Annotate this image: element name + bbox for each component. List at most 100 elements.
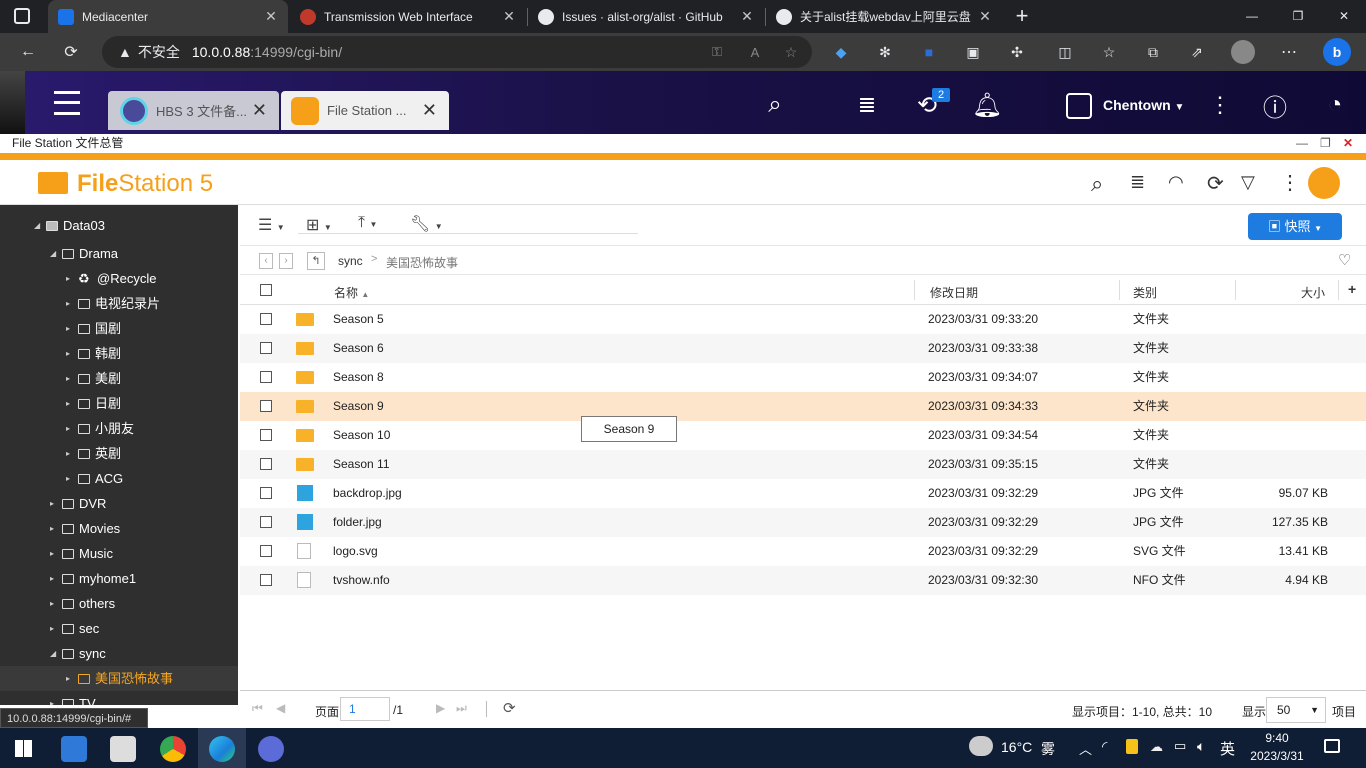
fox-app-icon[interactable]: [110, 736, 136, 762]
expand-arrow-icon[interactable]: ▸: [50, 491, 60, 516]
restore-app-icon[interactable]: ❐: [1320, 134, 1331, 153]
file-row[interactable]: Season 6 2023/03/31 09:33:38 文件夹: [240, 334, 1366, 363]
split-screen-icon[interactable]: ◫: [1050, 37, 1080, 67]
close-app-icon[interactable]: ✕: [1343, 134, 1353, 153]
tree-item[interactable]: ▸ others: [50, 591, 115, 616]
tree-item[interactable]: ▸ 日剧: [66, 391, 121, 416]
weather-icon[interactable]: [969, 736, 993, 756]
back-icon[interactable]: ←: [13, 37, 43, 67]
expand-arrow-icon[interactable]: ▸: [66, 291, 76, 316]
browser-tab-github-issues[interactable]: Issues · alist-org/alist · GitHub ✕: [528, 0, 764, 33]
tree-item[interactable]: ▸ 电视纪录片: [66, 291, 160, 316]
tree-item[interactable]: ▸ ♻ @Recycle: [66, 266, 156, 291]
tree-item[interactable]: ▸ DVR: [50, 491, 106, 516]
expand-arrow-icon[interactable]: ▸: [66, 391, 76, 416]
more-icon[interactable]: ⋮: [1280, 170, 1300, 195]
first-page-icon[interactable]: ⏮: [252, 701, 263, 716]
tab-actions-icon[interactable]: [14, 8, 30, 24]
clock-time[interactable]: 9:40: [1250, 731, 1304, 745]
per-page-select[interactable]: 50 ▼: [1266, 697, 1326, 723]
user-avatar-icon[interactable]: [1066, 93, 1092, 119]
column-size-header[interactable]: 大小: [1300, 284, 1325, 301]
extension-shield-icon[interactable]: ■: [914, 37, 944, 67]
close-app-tab-icon[interactable]: ✕: [252, 100, 267, 121]
tree-item[interactable]: ▸ 韩剧: [66, 341, 121, 366]
key-icon[interactable]: ⚿: [702, 37, 732, 67]
add-column-icon[interactable]: +: [1348, 281, 1356, 297]
expand-arrow-icon[interactable]: ▸: [66, 366, 76, 391]
favorite-heart-icon[interactable]: ♡: [1338, 251, 1351, 269]
read-aloud-icon[interactable]: A: [740, 37, 770, 67]
refresh-list-icon[interactable]: ⟳: [503, 699, 516, 717]
nav-forward-icon[interactable]: ›: [279, 253, 293, 269]
tree-item[interactable]: ▸ 美国恐怖故事: [0, 666, 238, 691]
file-row[interactable]: Season 8 2023/03/31 09:34:07 文件夹: [240, 363, 1366, 392]
security-shield-icon[interactable]: [1126, 739, 1138, 754]
row-checkbox[interactable]: [260, 429, 272, 441]
expand-arrow-icon[interactable]: ▸: [66, 416, 76, 441]
tree-item[interactable]: ▸ 小朋友: [66, 416, 134, 441]
browser-tab-mediacenter[interactable]: Mediacenter ✕: [48, 0, 288, 33]
app-tab-file-station[interactable]: File Station ... ✕: [281, 91, 449, 130]
column-date-header[interactable]: 修改日期: [930, 284, 978, 301]
tree-item[interactable]: ▸ Music: [50, 541, 113, 566]
add-favorite-icon[interactable]: ☆: [776, 37, 806, 67]
user-menu[interactable]: Chentown ▼: [1103, 97, 1184, 113]
app-tab-hbs3[interactable]: HBS 3 文件备... ✕: [108, 91, 279, 130]
tree-item[interactable]: ▸ 美剧: [66, 366, 121, 391]
more-menu-icon[interactable]: ⋯: [1274, 37, 1304, 67]
file-row[interactable]: folder.jpg 2023/03/31 09:32:29 JPG 文件 127.3…: [240, 508, 1366, 537]
expand-arrow-icon[interactable]: ▸: [66, 316, 76, 341]
input-language[interactable]: 英: [1220, 738, 1235, 759]
background-tasks-icon[interactable]: ≣: [1130, 172, 1145, 193]
dashboard-icon[interactable]: ◔: [1318, 85, 1352, 125]
breadcrumb-sync[interactable]: sync: [338, 254, 363, 268]
expand-arrow-icon[interactable]: ◢: [34, 213, 44, 238]
expand-arrow-icon[interactable]: ◢: [50, 641, 60, 666]
minimize-app-icon[interactable]: —: [1296, 134, 1308, 153]
bing-icon[interactable]: b: [1322, 37, 1352, 67]
search-icon[interactable]: ⌕: [758, 85, 792, 125]
next-page-icon[interactable]: ▶: [436, 701, 445, 715]
weather-temp[interactable]: 16°C: [1001, 739, 1032, 755]
expand-arrow-icon[interactable]: ▸: [50, 516, 60, 541]
show-hidden-icons-icon[interactable]: ︿: [1079, 739, 1092, 758]
close-tab-icon[interactable]: ✕: [976, 8, 994, 25]
expand-arrow-icon[interactable]: ▸: [66, 441, 76, 466]
tree-item[interactable]: ▸ Movies: [50, 516, 120, 541]
tree-item[interactable]: ▸ TV: [50, 691, 96, 705]
edge-icon[interactable]: [209, 736, 235, 762]
new-tab-button[interactable]: +: [1012, 2, 1032, 30]
browser-tab-transmission[interactable]: Transmission Web Interface ✕: [290, 0, 526, 33]
row-checkbox[interactable]: [260, 545, 272, 557]
expand-arrow-icon[interactable]: ▸: [50, 616, 60, 641]
tree-item[interactable]: ▸ sec: [50, 616, 99, 641]
info-icon[interactable]: ⓘ: [1258, 85, 1292, 125]
filter-icon[interactable]: ▽: [1241, 172, 1255, 193]
smart-file-filter-icon[interactable]: [1308, 167, 1340, 199]
expand-arrow-icon[interactable]: ▸: [50, 591, 60, 616]
file-row[interactable]: Season 5 2023/03/31 09:33:20 文件夹: [240, 305, 1366, 334]
file-row[interactable]: backdrop.jpg 2023/03/31 09:32:29 JPG 文件 95.…: [240, 479, 1366, 508]
expand-arrow-icon[interactable]: ▸: [50, 541, 60, 566]
row-checkbox[interactable]: [260, 574, 272, 586]
windows-start-icon[interactable]: [15, 740, 32, 757]
tree-item[interactable]: ◢ Drama: [50, 241, 118, 266]
column-name-header[interactable]: 名称 ▲: [334, 284, 369, 301]
file-row[interactable]: logo.svg 2023/03/31 09:32:29 SVG 文件 13.41 K…: [240, 537, 1366, 566]
network-icon[interactable]: ◜: [1102, 738, 1107, 755]
file-row[interactable]: Season 10 2023/03/31 09:34:54 文件夹: [240, 421, 1366, 450]
view-mode-button[interactable]: ☰ ▼: [258, 215, 285, 235]
row-checkbox[interactable]: [260, 487, 272, 499]
tools-button[interactable]: 🔧︎ ▼: [410, 214, 443, 234]
last-page-icon[interactable]: ⏭: [456, 701, 467, 716]
tree-item[interactable]: ◢ sync: [50, 641, 106, 666]
remote-mount-icon[interactable]: ◠: [1168, 172, 1184, 193]
todo-app-icon[interactable]: [61, 736, 87, 762]
favorites-icon[interactable]: ☆: [1094, 37, 1124, 67]
tree-item[interactable]: ▸ myhome1: [50, 566, 136, 591]
prev-page-icon[interactable]: ◀: [276, 701, 285, 715]
tree-item[interactable]: ▸ 国剧: [66, 316, 121, 341]
upload-button[interactable]: ⤒ ▼: [358, 214, 377, 232]
tree-item[interactable]: ▸ ACG: [66, 466, 123, 491]
